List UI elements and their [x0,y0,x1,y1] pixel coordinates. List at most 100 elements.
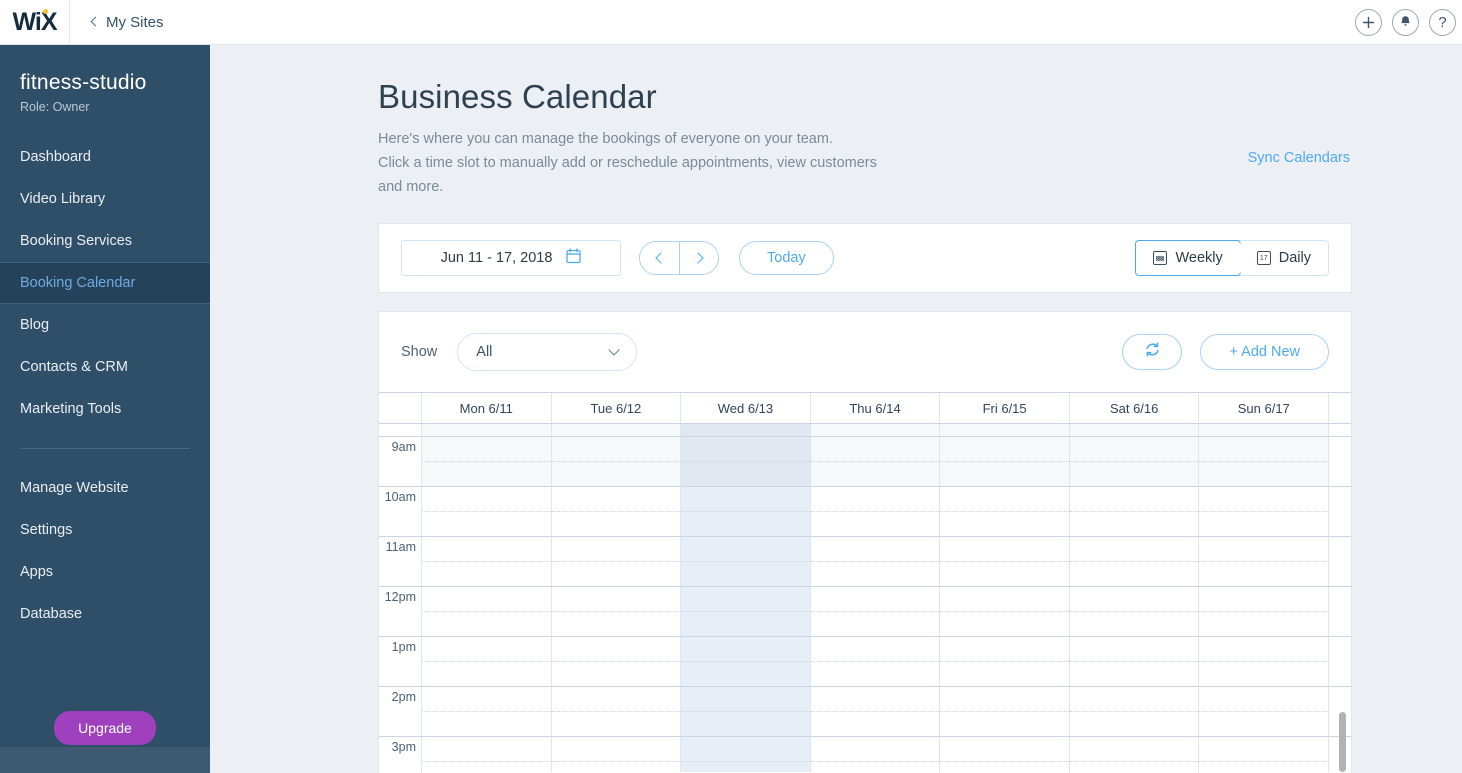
calendar-slot-fri[interactable] [940,586,1070,636]
calendar-slot-sat[interactable] [1069,586,1200,636]
sync-calendars-link[interactable]: Sync Calendars [1248,150,1350,166]
calendar-slot-sun[interactable] [1199,436,1330,486]
wix-logo[interactable]: WiX [0,0,70,44]
help-icon[interactable]: ? [1429,8,1456,36]
day-header-fri[interactable]: Fri 6/15 [940,393,1070,423]
calendar-slot-sun[interactable] [1199,636,1330,686]
tab-weekly[interactable]: Weekly [1135,240,1241,276]
plus-icon[interactable] [1355,8,1382,36]
topbar-actions: ? [1355,8,1462,36]
calendar-slot-tue[interactable] [551,586,682,636]
calendar-scrollbar-thumb[interactable] [1339,712,1346,772]
sidebar-item-blog[interactable]: Blog [0,304,210,346]
calendar-slot-wed[interactable] [681,424,811,436]
my-sites-link[interactable]: My Sites [90,14,164,31]
calendar-filter-bar: Show All + Add New [379,311,1351,392]
calendar-slot-mon[interactable] [422,636,552,686]
calendar-slot-sun[interactable] [1199,424,1330,436]
calendar-slot-thu[interactable] [810,686,941,736]
calendar-slot-sat[interactable] [1069,486,1200,536]
upgrade-button[interactable]: Upgrade [54,711,156,745]
sidebar-item-apps[interactable]: Apps [0,551,210,593]
calendar-slot-fri[interactable] [940,636,1070,686]
sidebar-item-manage-website[interactable]: Manage Website [0,467,210,509]
wix-logo-dot [43,9,48,14]
day-header-tue[interactable]: Tue 6/12 [552,393,682,423]
calendar-slot-sun[interactable] [1199,686,1330,736]
calendar-slot-thu[interactable] [810,736,941,772]
calendar-slot-mon[interactable] [422,736,552,772]
calendar-slot-thu[interactable] [810,424,941,436]
calendar-slot-sat[interactable] [1069,636,1200,686]
sidebar-item-video-library[interactable]: Video Library [0,178,210,220]
prev-week-button[interactable] [640,242,679,274]
calendar-slot-sun[interactable] [1199,586,1330,636]
calendar-grid[interactable]: 9am 10am 11am 12pm 1pm 2pm 3pm [379,424,1351,772]
sidebar-item-marketing-tools[interactable]: Marketing Tools [0,388,210,430]
calendar-slot-wed[interactable] [681,486,811,536]
calendar-slot-fri[interactable] [940,436,1070,486]
calendar-slot-fri[interactable] [940,536,1070,586]
tab-daily[interactable]: 17 Daily [1239,241,1328,275]
calendar-slot-wed[interactable] [681,636,811,686]
sidebar-item-dashboard[interactable]: Dashboard [0,136,210,178]
calendar-slot-wed[interactable] [681,436,811,486]
today-button[interactable]: Today [739,241,834,275]
day-header-sun[interactable]: Sun 6/17 [1199,393,1330,423]
calendar-slot-mon[interactable] [422,536,552,586]
calendar-slot-thu[interactable] [810,636,941,686]
calendar-slot-fri[interactable] [940,486,1070,536]
calendar-slot-sat[interactable] [1069,536,1200,586]
calendar-slot-mon[interactable] [422,686,552,736]
day-header-thu[interactable]: Thu 6/14 [811,393,941,423]
calendar-slot-thu[interactable] [810,586,941,636]
calendar-slot-thu[interactable] [810,486,941,536]
sidebar-item-booking-calendar[interactable]: Booking Calendar [0,262,210,304]
calendar-slot-wed[interactable] [681,586,811,636]
calendar-slot-sun[interactable] [1199,736,1330,772]
calendar-slot-tue[interactable] [551,436,682,486]
calendar-slot-tue[interactable] [551,424,682,436]
day-header-mon[interactable]: Mon 6/11 [422,393,552,423]
calendar-slot-tue[interactable] [551,536,682,586]
sidebar-divider [20,448,190,449]
staff-filter-select[interactable]: All [457,333,638,371]
calendar-slot-tue[interactable] [551,686,682,736]
sidebar-item-booking-services[interactable]: Booking Services [0,220,210,262]
staff-filter-value: All [476,344,493,360]
day-header-sat[interactable]: Sat 6/16 [1070,393,1200,423]
add-new-button[interactable]: + Add New [1200,334,1329,370]
calendar-row: 1pm [379,636,1351,686]
calendar-slot-thu[interactable] [810,536,941,586]
calendar-slot-sat[interactable] [1069,686,1200,736]
sidebar-item-settings[interactable]: Settings [0,509,210,551]
refresh-button[interactable] [1122,334,1183,370]
calendar-slot-wed[interactable] [681,536,811,586]
calendar-slot-mon[interactable] [422,436,552,486]
calendar-slot-fri[interactable] [940,686,1070,736]
calendar-slot-fri[interactable] [940,424,1070,436]
date-range-picker[interactable]: Jun 11 - 17, 2018 [401,240,621,276]
calendar-slot-sat[interactable] [1069,436,1200,486]
calendar-slot-fri[interactable] [940,736,1070,772]
calendar-slot-sun[interactable] [1199,536,1330,586]
calendar-slot-mon[interactable] [422,586,552,636]
calendar-slot-thu[interactable] [810,436,941,486]
calendar-slot-wed[interactable] [681,736,811,772]
calendar-slot-tue[interactable] [551,486,682,536]
upgrade-container: Upgrade [0,711,210,745]
day-header-wed[interactable]: Wed 6/13 [681,393,811,423]
bell-icon[interactable] [1392,8,1419,36]
calendar-slot-mon[interactable] [422,424,552,436]
next-week-button[interactable] [679,242,718,274]
calendar-slot-sat[interactable] [1069,736,1200,772]
tab-daily-label: Daily [1278,250,1311,266]
sidebar-item-contacts-crm[interactable]: Contacts & CRM [0,346,210,388]
calendar-slot-tue[interactable] [551,636,682,686]
calendar-slot-sat[interactable] [1069,424,1200,436]
calendar-slot-wed[interactable] [681,686,811,736]
sidebar-item-database[interactable]: Database [0,593,210,635]
calendar-slot-sun[interactable] [1199,486,1330,536]
calendar-slot-mon[interactable] [422,486,552,536]
calendar-slot-tue[interactable] [551,736,682,772]
